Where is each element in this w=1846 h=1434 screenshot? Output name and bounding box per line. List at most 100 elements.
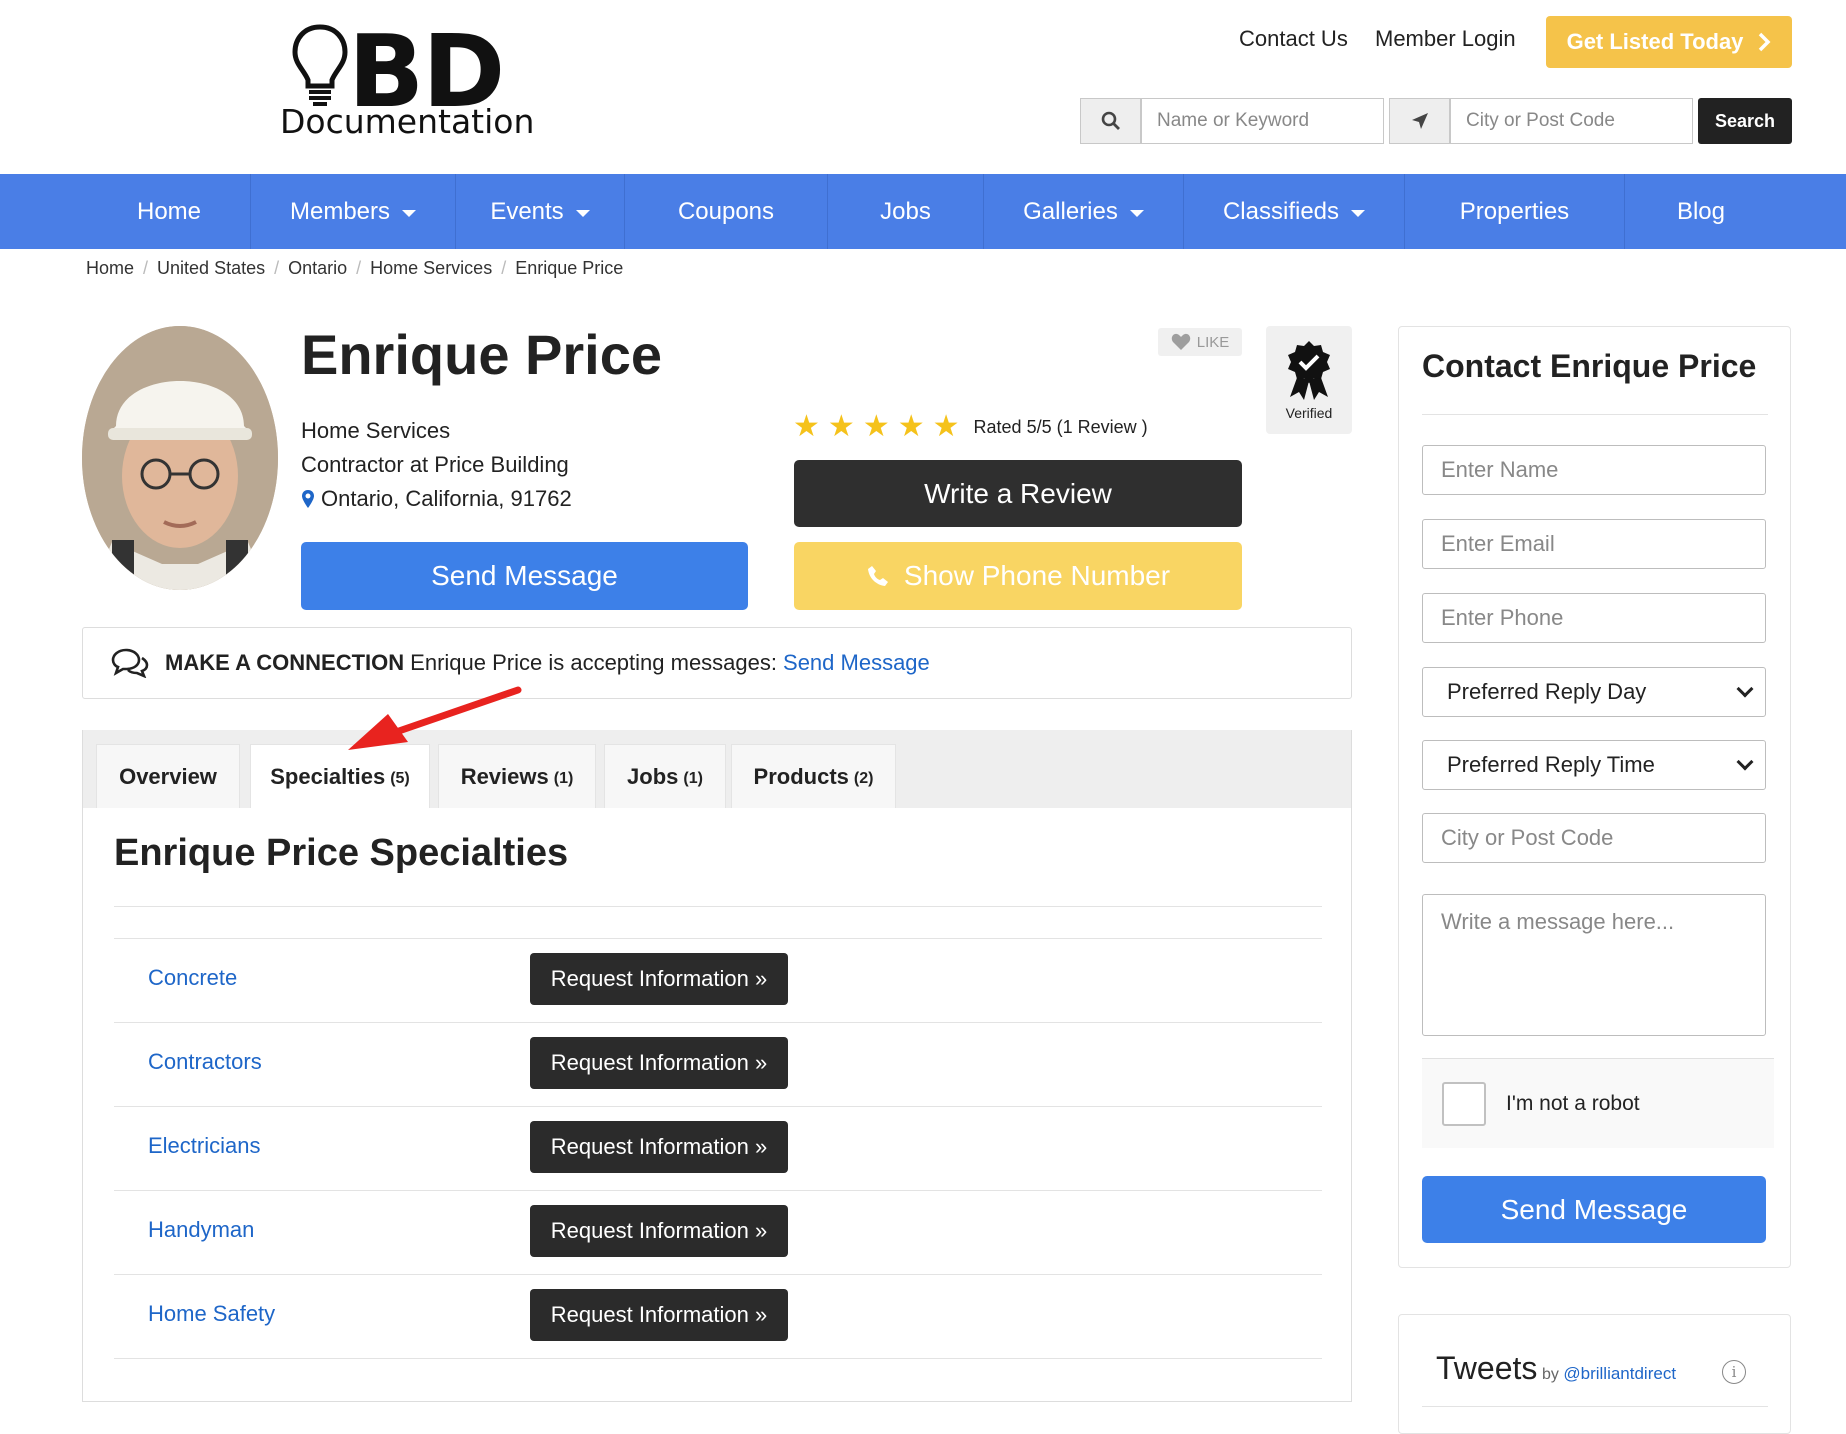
star-icon: ★ bbox=[793, 410, 820, 443]
contact-us-link[interactable]: Contact Us bbox=[1239, 26, 1348, 52]
recaptcha-widget: I'm not a robot bbox=[1422, 1058, 1774, 1148]
site-logo[interactable]: BD Documentation bbox=[276, 18, 536, 142]
tab-label: Overview bbox=[119, 763, 217, 789]
profile-location: Ontario, California, 91762 bbox=[301, 486, 572, 512]
write-review-button[interactable]: Write a Review bbox=[794, 460, 1242, 527]
specialty-row: Electricians Request Information » bbox=[114, 1106, 1322, 1190]
profile-title: Contractor at Price Building bbox=[301, 452, 569, 477]
phone-input[interactable]: Enter Phone bbox=[1422, 593, 1766, 643]
chat-bubbles-icon bbox=[111, 648, 149, 678]
tab-overview[interactable]: Overview bbox=[96, 744, 240, 808]
name-input[interactable]: Enter Name bbox=[1422, 445, 1766, 495]
tab-count: (5) bbox=[390, 769, 410, 787]
breadcrumb-item[interactable]: Ontario bbox=[288, 258, 347, 279]
nav-item-home[interactable]: Home bbox=[88, 174, 251, 249]
reply-time-select[interactable]: Preferred Reply Time bbox=[1422, 740, 1766, 790]
nav-label: Jobs bbox=[880, 197, 931, 225]
send-message-button[interactable]: Send Message bbox=[301, 542, 748, 610]
nav-item-blog[interactable]: Blog bbox=[1625, 174, 1777, 249]
tweets-handle-link[interactable]: @brilliantdirect bbox=[1563, 1364, 1676, 1383]
nav-label: Home bbox=[136, 197, 202, 225]
nav-item-jobs[interactable]: Jobs bbox=[828, 174, 984, 249]
nav-label: Properties bbox=[1459, 197, 1570, 225]
email-input[interactable]: Enter Email bbox=[1422, 519, 1766, 569]
profile-location-text: Ontario, California, 91762 bbox=[321, 486, 572, 511]
nav-label: Classifieds bbox=[1222, 197, 1340, 225]
breadcrumb-item[interactable]: United States bbox=[157, 258, 265, 279]
rating-text: Rated 5/5 (1 Review ) bbox=[973, 416, 1148, 437]
tab-count: (2) bbox=[853, 769, 874, 787]
like-label: LIKE bbox=[1196, 333, 1230, 351]
caret-down-icon bbox=[1129, 209, 1144, 217]
nav-label: Members bbox=[289, 197, 391, 225]
tab-jobs[interactable]: Jobs (1) bbox=[604, 744, 726, 808]
caret-down-icon bbox=[1351, 209, 1366, 217]
contact-form-title: Contact Enrique Price bbox=[1422, 348, 1757, 384]
main-nav: Home Members Events Coupons Jobs Galleri… bbox=[0, 174, 1846, 249]
info-icon[interactable]: i bbox=[1722, 1360, 1746, 1384]
tab-count: (1) bbox=[553, 769, 574, 787]
nav-item-members[interactable]: Members bbox=[251, 174, 456, 249]
star-icon: ★ bbox=[897, 410, 925, 443]
reply-day-select[interactable]: Preferred Reply Day bbox=[1422, 667, 1766, 717]
divider bbox=[114, 906, 1322, 907]
request-information-button[interactable]: Request Information » bbox=[530, 1205, 788, 1257]
show-phone-button[interactable]: Show Phone Number bbox=[794, 542, 1242, 610]
sidebar-send-message-button[interactable]: Send Message bbox=[1422, 1176, 1766, 1243]
search-button[interactable]: Search bbox=[1698, 98, 1792, 144]
tab-products[interactable]: Products (2) bbox=[731, 744, 896, 808]
recaptcha-checkbox[interactable] bbox=[1442, 1081, 1486, 1126]
tab-label: Specialties bbox=[270, 763, 386, 789]
breadcrumb-current: Enrique Price bbox=[515, 258, 624, 278]
location-search-input[interactable]: City or Post Code bbox=[1450, 98, 1693, 144]
specialty-link-contractors[interactable]: Contractors bbox=[148, 1049, 262, 1075]
breadcrumb-item[interactable]: Home bbox=[86, 258, 134, 279]
reply-day-value: Preferred Reply Day bbox=[1447, 679, 1647, 704]
nav-item-coupons[interactable]: Coupons bbox=[625, 174, 828, 249]
profile-photo bbox=[82, 326, 278, 590]
divider bbox=[1422, 414, 1768, 415]
request-information-button[interactable]: Request Information » bbox=[530, 1289, 788, 1341]
verified-badge: Verified bbox=[1266, 326, 1352, 434]
specialty-link-concrete[interactable]: Concrete bbox=[148, 965, 237, 991]
request-information-button[interactable]: Request Information » bbox=[530, 1121, 788, 1173]
get-listed-button[interactable]: Get Listed Today bbox=[1546, 16, 1792, 68]
rating-stars: ★ ★ ★ ★ ★ Rated 5/5 (1 Review ) bbox=[793, 412, 1148, 442]
connection-send-message-link[interactable]: Send Message bbox=[783, 650, 930, 676]
nav-item-events[interactable]: Events bbox=[456, 174, 625, 249]
map-pin-icon bbox=[302, 490, 314, 508]
specialty-row: Concrete Request Information » bbox=[114, 938, 1322, 1022]
tweets-by-label: by bbox=[1542, 1366, 1559, 1383]
connection-banner: MAKE A CONNECTION Enrique Price is accep… bbox=[82, 627, 1352, 699]
specialty-link-electricians[interactable]: Electricians bbox=[148, 1133, 260, 1159]
tweets-title: Tweets bbox=[1436, 1350, 1538, 1386]
profile-category[interactable]: Home Services bbox=[301, 418, 450, 444]
member-login-link[interactable]: Member Login bbox=[1375, 26, 1516, 52]
keyword-search-input[interactable]: Name or Keyword bbox=[1141, 98, 1384, 144]
tab-label: Products bbox=[753, 763, 849, 789]
tab-count: (1) bbox=[683, 769, 703, 787]
like-button[interactable]: LIKE bbox=[1158, 328, 1242, 356]
recaptcha-label: I'm not a robot bbox=[1506, 1091, 1640, 1115]
specialty-link-home-safety[interactable]: Home Safety bbox=[148, 1301, 275, 1327]
connection-heading: MAKE A CONNECTION bbox=[165, 650, 405, 675]
specialty-row: Home Safety Request Information » bbox=[114, 1274, 1322, 1358]
request-information-button[interactable]: Request Information » bbox=[530, 1037, 788, 1089]
city-input[interactable]: City or Post Code bbox=[1422, 813, 1766, 863]
divider bbox=[114, 1358, 1322, 1359]
nav-item-classifieds[interactable]: Classifieds bbox=[1184, 174, 1405, 249]
caret-down-icon bbox=[575, 209, 590, 217]
star-icon: ★ bbox=[932, 410, 960, 443]
location-arrow-icon bbox=[1389, 98, 1450, 144]
caret-down-icon bbox=[402, 209, 417, 217]
breadcrumb-item[interactable]: Home Services bbox=[370, 258, 492, 279]
message-textarea[interactable]: Write a message here... bbox=[1422, 894, 1766, 1036]
nav-label: Coupons bbox=[677, 197, 775, 225]
nav-label: Events bbox=[490, 197, 564, 225]
tweets-byline: by @brilliantdirect bbox=[1542, 1364, 1676, 1384]
nav-item-properties[interactable]: Properties bbox=[1405, 174, 1625, 249]
specialty-link-handyman[interactable]: Handyman bbox=[148, 1217, 254, 1243]
nav-item-galleries[interactable]: Galleries bbox=[984, 174, 1184, 249]
tab-label: Reviews bbox=[460, 763, 549, 789]
request-information-button[interactable]: Request Information » bbox=[530, 953, 788, 1005]
